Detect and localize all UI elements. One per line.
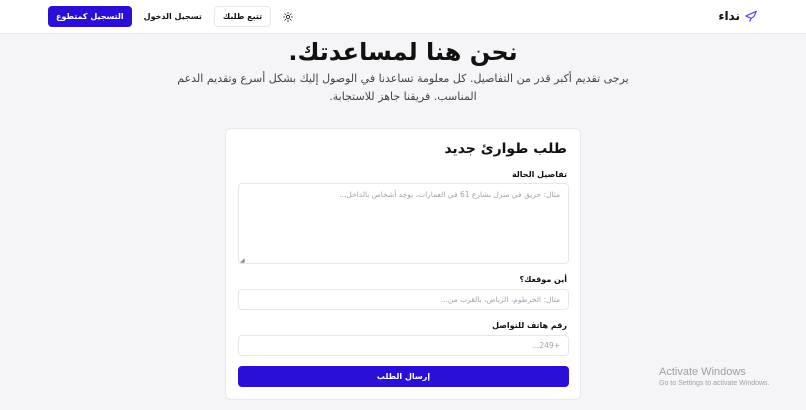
details-label: تفاصيل الحالة — [511, 170, 567, 179]
details-textarea[interactable] — [238, 183, 569, 264]
brand-logo[interactable]: نداء — [718, 9, 758, 23]
login-link[interactable]: تسجيل الدخول — [138, 6, 208, 27]
page-title: نحن هنا لمساعدتك. — [288, 38, 518, 66]
nav-actions: التسجيل كمتطوع تسجيل الدخول تتبع طلبك — [48, 6, 298, 27]
phone-label: رقم هاتف للتواصل — [492, 321, 567, 330]
top-navbar: نداء التسجيل كمتطوع تسجيل الدخول تتبع طل… — [0, 0, 806, 34]
submit-request-button[interactable]: إرسال الطلب — [238, 366, 569, 387]
sun-icon — [282, 11, 293, 22]
location-input[interactable] — [238, 289, 569, 310]
windows-activation-watermark: Activate Windows Go to Settings to activ… — [659, 366, 770, 387]
page-subtitle: يرجى تقديم أكبر قدر من التفاصيل. كل معلو… — [177, 72, 629, 103]
watermark-title: Activate Windows — [659, 366, 746, 378]
emergency-request-form: طلب طوارئ جديد تفاصيل الحالة ◢ أين موقعك… — [225, 128, 581, 400]
watermark-subtitle: Go to Settings to activate Windows. — [659, 380, 770, 387]
theme-toggle-button[interactable] — [277, 6, 298, 27]
register-volunteer-button[interactable]: التسجيل كمتطوع — [48, 6, 132, 27]
resize-handle-icon[interactable]: ◢ — [240, 257, 245, 264]
phone-input[interactable] — [238, 335, 569, 356]
form-title: طلب طوارئ جديد — [444, 141, 567, 157]
track-request-button[interactable]: تتبع طلبك — [213, 6, 272, 27]
broadcast-icon — [745, 10, 757, 22]
brand-name: نداء — [718, 9, 740, 23]
location-label: أين موقعك؟ — [519, 275, 567, 284]
